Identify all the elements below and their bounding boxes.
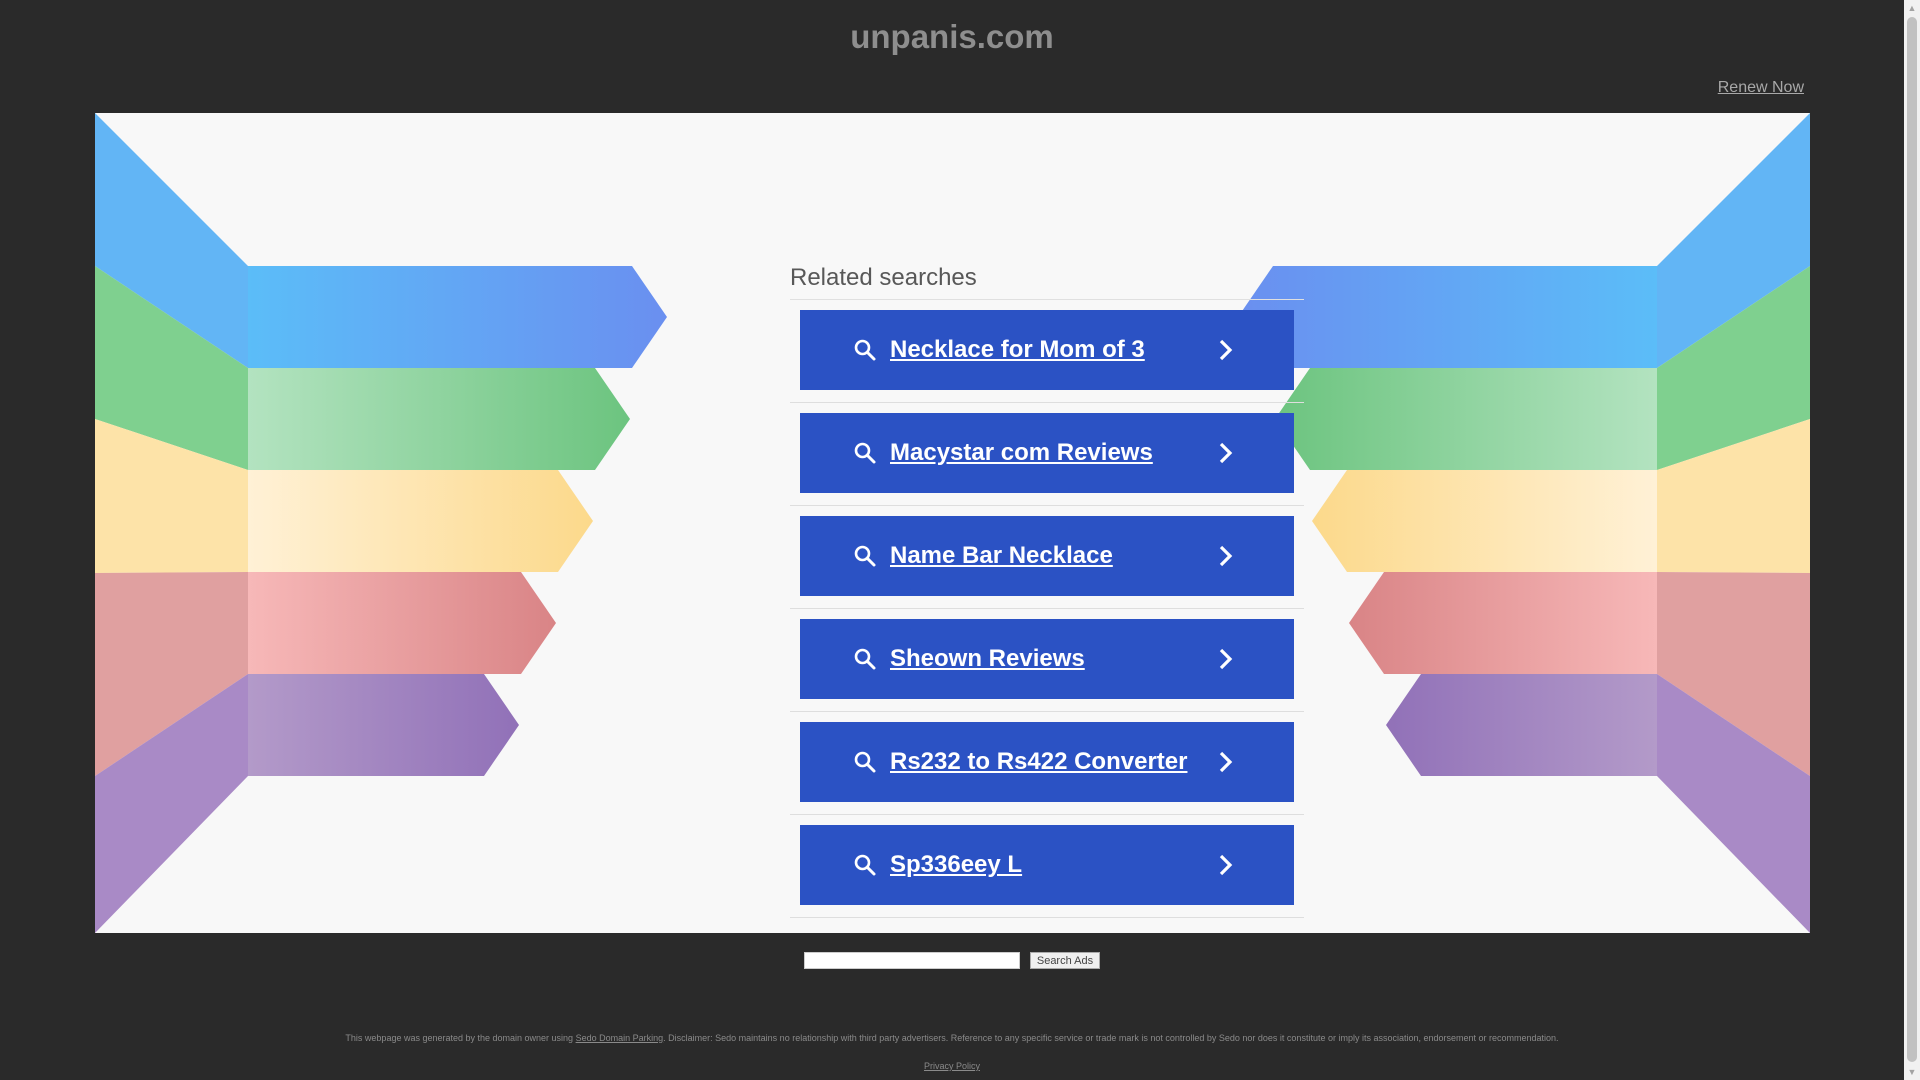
scrollbar-thumb[interactable] bbox=[1907, 17, 1917, 1062]
related-search-button[interactable]: Necklace for Mom of 3 bbox=[800, 310, 1294, 390]
search-icon bbox=[854, 854, 876, 876]
related-searches-title: Related searches bbox=[790, 263, 1304, 300]
related-search-button[interactable]: Sheown Reviews bbox=[800, 619, 1294, 699]
scroll-up-arrow-icon[interactable]: ▲ bbox=[1904, 0, 1920, 16]
related-search-label: Macystar com Reviews bbox=[890, 439, 1153, 466]
chevron-right-icon bbox=[1219, 751, 1233, 773]
chevron-right-icon bbox=[1219, 648, 1233, 670]
search-ads-button[interactable]: Search Ads bbox=[1029, 952, 1101, 969]
search-ads-form: Search Ads bbox=[0, 952, 1904, 969]
search-ads-input[interactable] bbox=[803, 952, 1020, 969]
vertical-scrollbar[interactable]: ▲ ▼ bbox=[1904, 0, 1920, 1080]
disclaimer-text: This webpage was generated by the domain… bbox=[0, 1033, 1904, 1043]
domain-title: unpanis.com bbox=[850, 18, 1054, 55]
related-search-label: Sp336eey L bbox=[890, 851, 1023, 878]
renew-now-link[interactable]: Renew Now bbox=[1718, 79, 1804, 97]
related-search-button[interactable]: Macystar com Reviews bbox=[800, 413, 1294, 493]
related-search-label: Necklace for Mom of 3 bbox=[890, 336, 1145, 363]
related-search-button[interactable]: Sp336eey L bbox=[800, 825, 1294, 905]
privacy-row: Privacy Policy bbox=[0, 1061, 1904, 1071]
search-icon bbox=[854, 545, 876, 567]
scroll-down-arrow-icon[interactable]: ▼ bbox=[1904, 1064, 1920, 1080]
search-icon bbox=[854, 442, 876, 464]
disclaimer-after: . Disclaimer: Sedo maintains no relation… bbox=[663, 1033, 1559, 1043]
list-item: Necklace for Mom of 3 bbox=[790, 300, 1304, 403]
related-search-label: Rs232 to Rs422 Converter bbox=[890, 748, 1188, 775]
related-search-label: Name Bar Necklace bbox=[890, 542, 1113, 569]
related-search-label: Sheown Reviews bbox=[890, 645, 1085, 672]
list-item: Name Bar Necklace bbox=[790, 506, 1304, 609]
related-search-button[interactable]: Name Bar Necklace bbox=[800, 516, 1294, 596]
list-item: Sp336eey L bbox=[790, 815, 1304, 918]
search-icon bbox=[854, 751, 876, 773]
related-searches: Related searches Necklace for Mom of 3 M… bbox=[790, 263, 1304, 918]
disclaimer-before: This webpage was generated by the domain… bbox=[345, 1033, 576, 1043]
search-icon bbox=[854, 339, 876, 361]
list-item: Rs232 to Rs422 Converter bbox=[790, 712, 1304, 815]
chevron-right-icon bbox=[1219, 442, 1233, 464]
related-search-button[interactable]: Rs232 to Rs422 Converter bbox=[800, 722, 1294, 802]
main-panel: Related searches Necklace for Mom of 3 M… bbox=[95, 113, 1810, 933]
page-frame: unpanis.com Renew Now Related searches N… bbox=[0, 0, 1904, 1080]
privacy-policy-link[interactable]: Privacy Policy bbox=[924, 1061, 980, 1071]
sedo-domain-parking-link[interactable]: Sedo Domain Parking bbox=[576, 1033, 664, 1043]
chevron-right-icon bbox=[1219, 545, 1233, 567]
list-item: Macystar com Reviews bbox=[790, 403, 1304, 506]
chevron-right-icon bbox=[1219, 339, 1233, 361]
list-item: Sheown Reviews bbox=[790, 609, 1304, 712]
search-icon bbox=[854, 648, 876, 670]
chevron-right-icon bbox=[1219, 854, 1233, 876]
